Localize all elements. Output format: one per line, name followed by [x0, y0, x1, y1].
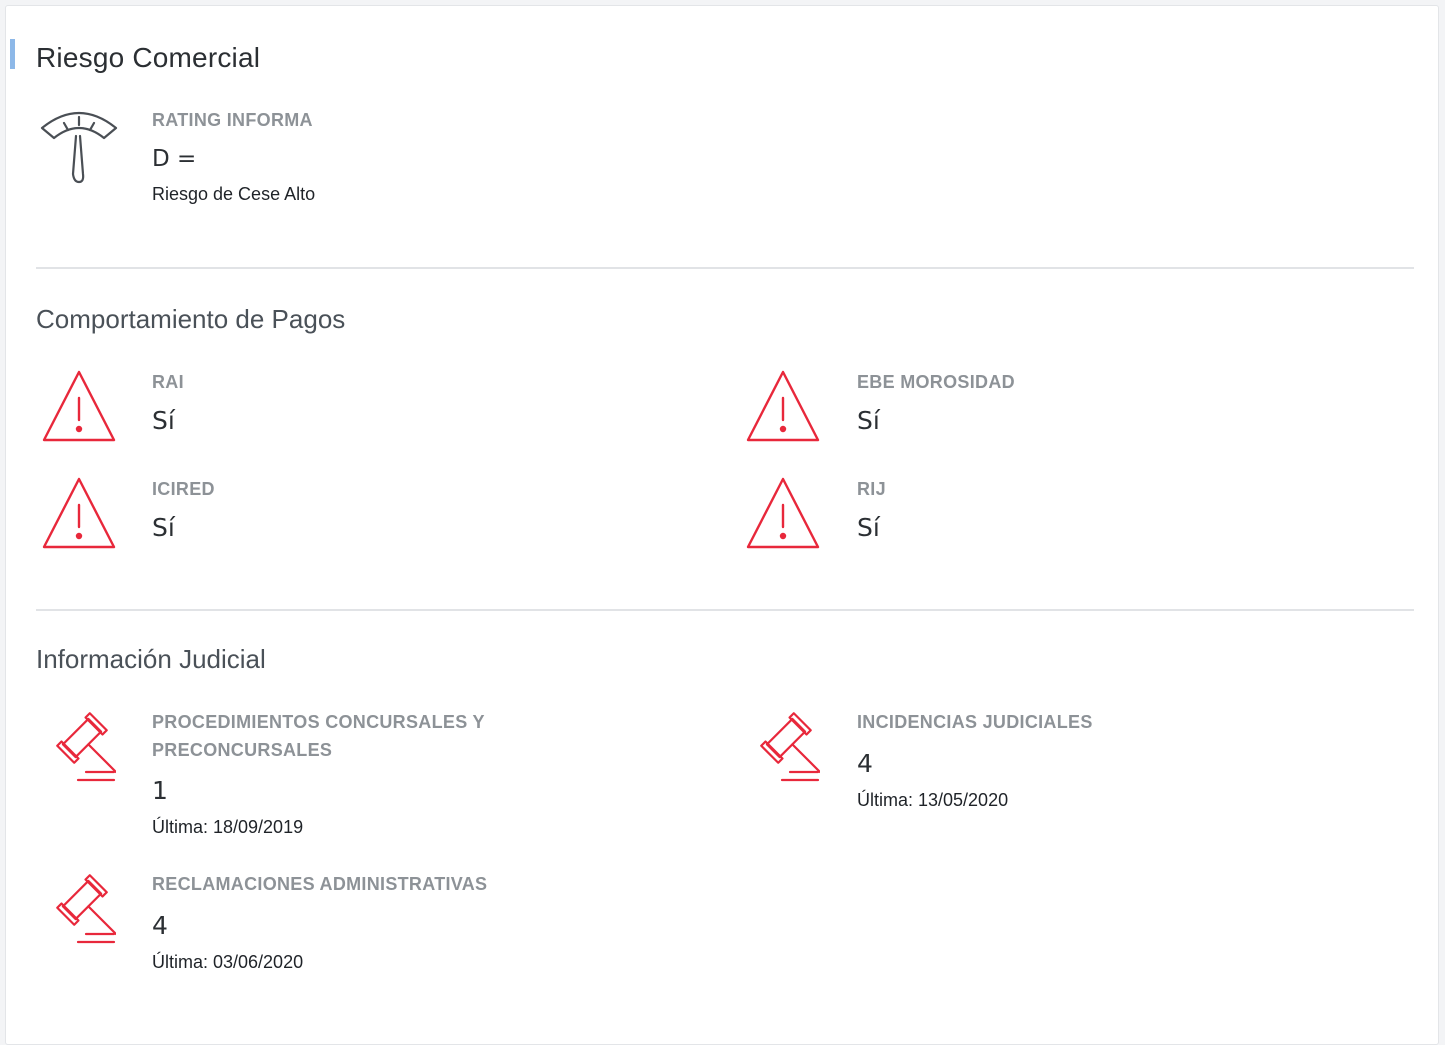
icired-value: Sí [152, 513, 175, 542]
procedimientos-label: PROCEDIMIENTOS CONCURSALES Y PRECONCURSA… [152, 712, 485, 760]
risk-card: Riesgo Comercial RATING INFORMA D = Ries… [5, 5, 1439, 1045]
payments-section-title: Comportamiento de Pagos [36, 304, 346, 334]
warning-triangle-icon [42, 475, 116, 554]
rating-label: RATING INFORMA [152, 110, 313, 130]
divider [36, 267, 1414, 269]
page-title: Riesgo Comercial [36, 42, 261, 73]
ebe-morosidad-value: Sí [857, 406, 880, 435]
procedimientos-value: 1 [152, 776, 168, 805]
rating-value: D = [152, 146, 197, 172]
warning-triangle-icon [746, 475, 820, 554]
warning-triangle-icon [746, 368, 820, 447]
gavel-icon [746, 710, 822, 791]
rij-label: RIJ [857, 479, 886, 499]
procedimientos-last: Última: 18/09/2019 [152, 817, 304, 837]
rai-label: RAI [152, 372, 184, 392]
judicial-section-title: Información Judicial [36, 644, 266, 674]
reclamaciones-value: 4 [152, 911, 168, 940]
gavel-icon [42, 872, 118, 953]
incidencias-last: Última: 13/05/2020 [857, 790, 1009, 810]
incidencias-label: INCIDENCIAS JUDICIALES [857, 712, 1093, 732]
rating-description: Riesgo de Cese Alto [152, 184, 316, 204]
gavel-icon [42, 710, 118, 791]
divider [36, 609, 1414, 611]
gauge-icon [40, 106, 118, 191]
warning-triangle-icon [42, 368, 116, 447]
incidencias-value: 4 [857, 749, 873, 778]
rai-value: Sí [152, 406, 175, 435]
reclamaciones-last: Última: 03/06/2020 [152, 952, 304, 972]
icired-label: ICIRED [152, 479, 215, 499]
reclamaciones-label: RECLAMACIONES ADMINISTRATIVAS [152, 874, 488, 894]
ebe-morosidad-label: EBE MOROSIDAD [857, 372, 1015, 392]
rij-value: Sí [857, 513, 880, 542]
section-accent-bar [10, 39, 15, 69]
